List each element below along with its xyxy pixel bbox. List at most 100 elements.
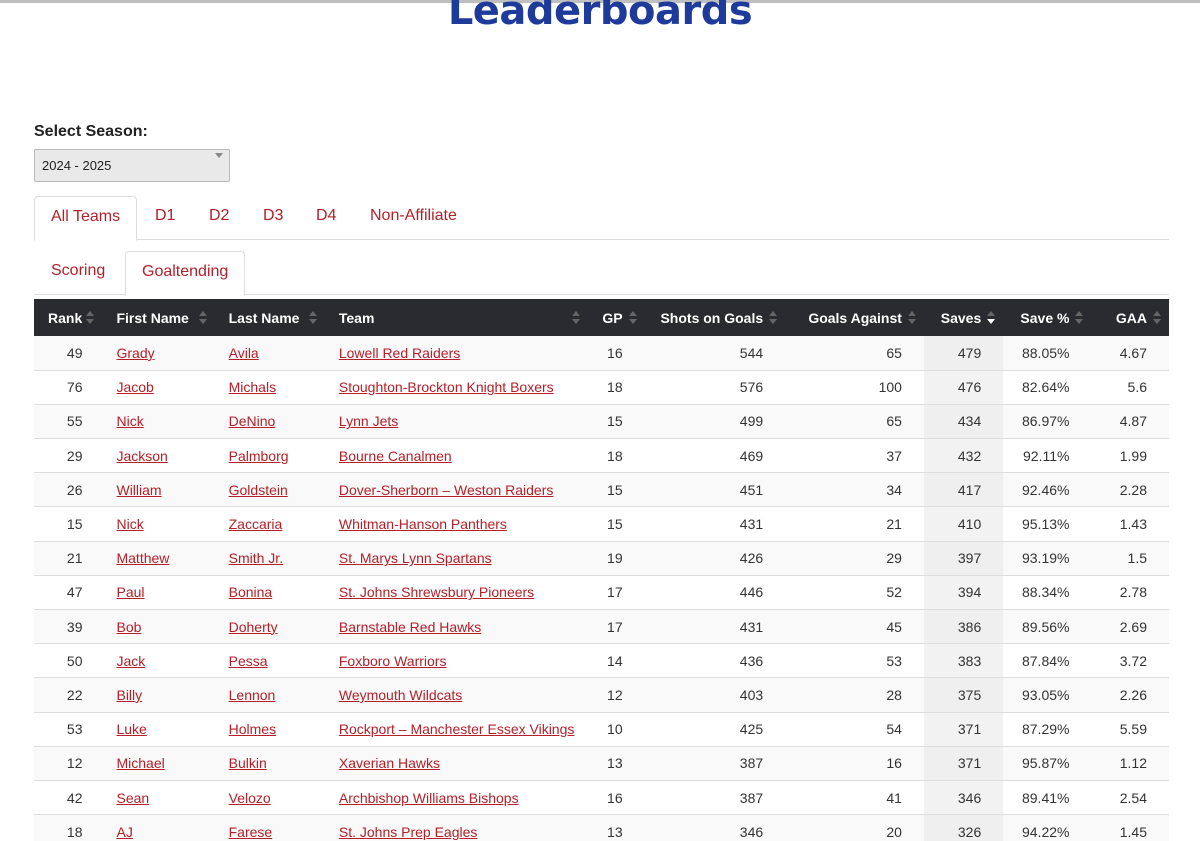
goals-against-cell: 100 <box>785 370 924 405</box>
table-row: 49 Grady Avila Lowell Red Raiders 16 544 65 479… <box>34 336 1169 371</box>
tab-goaltending[interactable]: Goaltending <box>125 251 246 296</box>
team-link[interactable]: Barnstable Red Hawks <box>339 619 481 635</box>
tab-scoring[interactable]: Scoring <box>35 251 121 295</box>
first-name-cell: Nick <box>102 506 215 542</box>
gaa-cell: 5.6 <box>1091 370 1169 405</box>
last-name-link[interactable]: Velozo <box>229 790 271 806</box>
col-header-last-name[interactable]: Last Name <box>214 299 325 336</box>
team-link[interactable]: Bourne Canalmen <box>339 448 452 464</box>
team-link[interactable]: St. Johns Shrewsbury Pioneers <box>339 584 534 600</box>
saves-cell: 346 <box>923 780 1004 816</box>
saves-cell: 417 <box>923 472 1004 508</box>
team-link[interactable]: Lowell Red Raiders <box>339 345 460 361</box>
first-name-link[interactable]: Nick <box>116 413 143 429</box>
save-pct-cell: 92.11% <box>1003 438 1092 474</box>
saves-cell: 371 <box>923 712 1004 747</box>
team-cell: Weymouth Wildcats <box>324 677 589 713</box>
last-name-link[interactable]: Bulkin <box>229 755 267 771</box>
col-header-label: Team <box>338 309 375 326</box>
gp-cell: 13 <box>588 746 645 781</box>
team-cell: Bourne Canalmen <box>324 438 589 474</box>
col-header-gp[interactable]: GP <box>588 299 645 336</box>
first-name-link[interactable]: Jack <box>116 653 145 669</box>
team-link[interactable]: Dover-Sherborn – Weston Raiders <box>339 482 554 498</box>
first-name-link[interactable]: Matthew <box>116 550 169 566</box>
save-pct-cell: 87.29% <box>1003 712 1092 747</box>
last-name-link[interactable]: Palmborg <box>229 448 289 464</box>
first-name-cell: Bob <box>102 609 215 645</box>
tab-d2[interactable]: D2 <box>193 196 245 240</box>
tab-d3[interactable]: D3 <box>247 196 299 240</box>
col-header-gaa[interactable]: GAA <box>1091 299 1169 336</box>
first-name-link[interactable]: William <box>116 482 161 498</box>
last-name-cell: Goldstein <box>214 472 325 508</box>
tab-d4[interactable]: D4 <box>300 196 352 240</box>
col-header-team[interactable]: Team <box>324 299 589 336</box>
last-name-link[interactable]: Zaccaria <box>229 516 283 532</box>
saves-cell: 383 <box>923 643 1004 679</box>
last-name-cell: Bonina <box>214 575 325 611</box>
team-link[interactable]: Rockport – Manchester Essex Vikings <box>339 721 575 737</box>
first-name-link[interactable]: Michael <box>116 755 164 771</box>
col-header-label: Last Name <box>228 309 300 326</box>
first-name-link[interactable]: Billy <box>116 687 142 703</box>
tab-non-affiliate[interactable]: Non-Affiliate <box>354 196 473 240</box>
first-name-link[interactable]: AJ <box>116 824 132 840</box>
col-header-save-pct[interactable]: Save % <box>1003 299 1092 336</box>
last-name-link[interactable]: DeNino <box>229 413 276 429</box>
last-name-link[interactable]: Goldstein <box>229 482 288 498</box>
season-select[interactable]: 2024 - 2025 <box>34 149 230 182</box>
team-link[interactable]: Whitman-Hanson Panthers <box>339 516 507 532</box>
save-pct-cell: 95.87% <box>1003 746 1092 781</box>
team-link[interactable]: St. Marys Lynn Spartans <box>339 550 492 566</box>
col-header-first-name[interactable]: First Name <box>102 299 215 336</box>
first-name-link[interactable]: Paul <box>116 584 144 600</box>
team-link[interactable]: Stoughton-Brockton Knight Boxers <box>339 379 554 395</box>
gaa-cell: 2.69 <box>1091 609 1169 645</box>
team-cell: Dover-Sherborn – Weston Raiders <box>324 472 589 508</box>
gaa-cell: 1.43 <box>1091 506 1169 542</box>
first-name-link[interactable]: Jackson <box>116 448 167 464</box>
team-link[interactable]: Lynn Jets <box>339 413 398 429</box>
table-row: 29 Jackson Palmborg Bourne Canalmen 18 469 37 4… <box>34 438 1169 474</box>
sort-desc-icon <box>987 311 996 325</box>
rank-cell: 49 <box>34 336 103 371</box>
first-name-link[interactable]: Bob <box>116 619 141 635</box>
team-link[interactable]: St. Johns Prep Eagles <box>339 824 478 840</box>
col-header-goals-against[interactable]: Goals Against <box>785 299 924 336</box>
col-header-saves[interactable]: Saves <box>923 299 1004 336</box>
tab-d1[interactable]: D1 <box>139 196 191 240</box>
last-name-link[interactable]: Lennon <box>229 687 276 703</box>
last-name-link[interactable]: Pessa <box>229 653 268 669</box>
first-name-link[interactable]: Nick <box>116 516 143 532</box>
team-cell: Whitman-Hanson Panthers <box>324 506 589 542</box>
col-header-rank[interactable]: Rank <box>34 299 103 336</box>
goals-against-cell: 28 <box>785 677 924 713</box>
first-name-link[interactable]: Grady <box>116 345 154 361</box>
col-header-shots-on-goals[interactable]: Shots on Goals <box>644 299 786 336</box>
team-link[interactable]: Foxboro Warriors <box>339 653 447 669</box>
last-name-link[interactable]: Holmes <box>229 721 276 737</box>
tab-all-teams[interactable]: All Teams <box>34 196 138 241</box>
first-name-link[interactable]: Luke <box>116 721 146 737</box>
team-link[interactable]: Archbishop Williams Bishops <box>339 790 519 806</box>
rank-cell: 50 <box>34 643 103 679</box>
first-name-link[interactable]: Sean <box>116 790 149 806</box>
first-name-link[interactable]: Jacob <box>116 379 153 395</box>
last-name-link[interactable]: Smith Jr. <box>229 550 283 566</box>
saves-cell: 375 <box>923 677 1004 713</box>
last-name-link[interactable]: Avila <box>229 345 259 361</box>
last-name-cell: Lennon <box>214 677 325 713</box>
gaa-cell: 1.12 <box>1091 746 1169 781</box>
last-name-link[interactable]: Doherty <box>229 619 278 635</box>
team-cell: Foxboro Warriors <box>324 643 589 679</box>
team-link[interactable]: Weymouth Wildcats <box>339 687 462 703</box>
goals-against-cell: 53 <box>785 643 924 679</box>
last-name-link[interactable]: Farese <box>229 824 273 840</box>
last-name-link[interactable]: Michals <box>229 379 276 395</box>
team-link[interactable]: Xaverian Hawks <box>339 755 440 771</box>
team-cell: St. Johns Shrewsbury Pioneers <box>324 575 589 611</box>
last-name-link[interactable]: Bonina <box>229 584 273 600</box>
table-row: 22 Billy Lennon Weymouth Wildcats 12 403 28 375… <box>34 677 1169 713</box>
first-name-cell: Paul <box>102 575 215 611</box>
